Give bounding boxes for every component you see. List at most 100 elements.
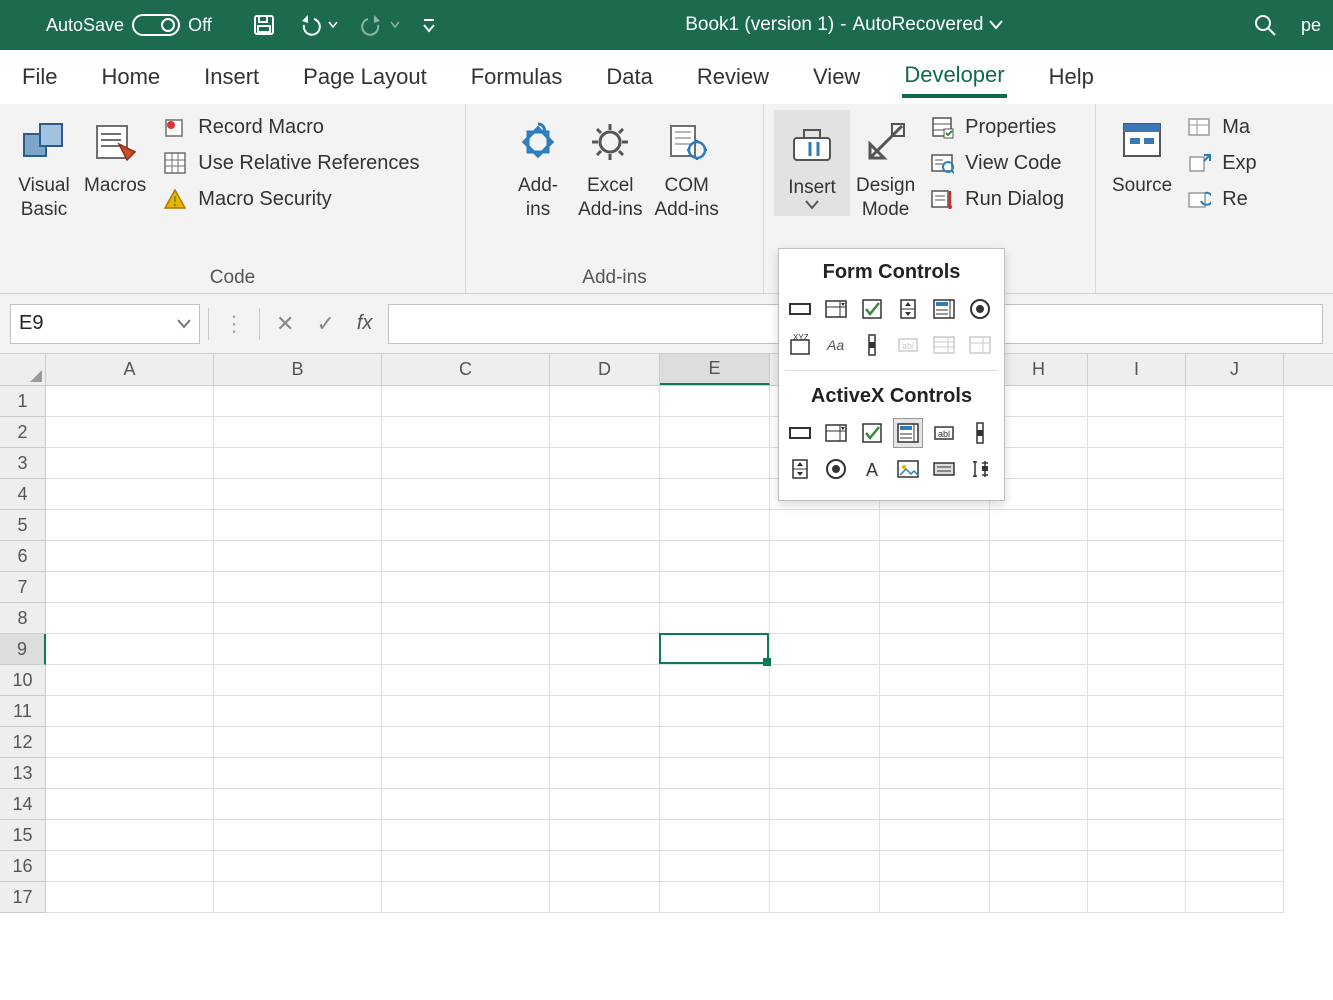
cell[interactable] [550,541,660,572]
cell[interactable] [660,386,770,417]
cell[interactable] [770,603,880,634]
macros-button[interactable]: Macros [78,110,152,202]
redo-button[interactable] [360,13,400,37]
form-checkbox-icon[interactable] [857,294,887,324]
activex-listbox-icon[interactable] [893,418,923,448]
record-macro-button[interactable]: Record Macro [162,114,419,140]
cell[interactable] [1186,789,1284,820]
cell[interactable] [1088,448,1186,479]
cell[interactable] [1088,665,1186,696]
cell[interactable] [770,727,880,758]
cell[interactable] [880,758,990,789]
activex-more-controls-icon[interactable] [965,454,995,484]
tab-data[interactable]: Data [604,58,654,96]
cell[interactable] [990,603,1088,634]
com-addins-button[interactable]: COM Add-ins [649,110,725,226]
cell[interactable] [880,727,990,758]
row-header[interactable]: 7 [0,572,45,603]
cell[interactable] [1088,851,1186,882]
cell[interactable] [990,510,1088,541]
cell[interactable] [770,758,880,789]
cell[interactable] [770,820,880,851]
cell[interactable] [990,789,1088,820]
cell[interactable] [1186,417,1284,448]
column-header[interactable]: I [1088,354,1186,385]
cell[interactable] [214,789,382,820]
cell[interactable] [46,510,214,541]
tab-file[interactable]: File [20,58,59,96]
tab-developer[interactable]: Developer [902,56,1006,98]
cell[interactable] [880,634,990,665]
cell[interactable] [770,541,880,572]
cell[interactable] [46,820,214,851]
row-header[interactable]: 6 [0,541,45,572]
cell[interactable] [660,820,770,851]
column-header[interactable]: C [382,354,550,385]
cell[interactable] [382,541,550,572]
cell[interactable] [382,851,550,882]
cell[interactable] [990,541,1088,572]
cell[interactable] [550,572,660,603]
cell[interactable] [550,603,660,634]
cell[interactable] [1186,386,1284,417]
cell[interactable] [550,665,660,696]
row-header[interactable]: 1 [0,386,45,417]
cell[interactable] [1088,758,1186,789]
cell[interactable] [1088,882,1186,913]
cell[interactable] [660,603,770,634]
cell[interactable] [1186,510,1284,541]
cell[interactable] [990,665,1088,696]
name-box[interactable]: E9 [10,304,200,344]
cell[interactable] [1088,634,1186,665]
cell[interactable] [46,448,214,479]
run-dialog-button[interactable]: Run Dialog [929,186,1064,212]
cell[interactable] [382,696,550,727]
activex-commandbutton-icon[interactable] [785,418,815,448]
cell[interactable] [382,789,550,820]
cell[interactable] [1186,820,1284,851]
cell[interactable] [550,386,660,417]
cell[interactable] [214,851,382,882]
cell[interactable] [1186,696,1284,727]
cell[interactable] [880,696,990,727]
cell[interactable] [770,789,880,820]
cell[interactable] [1186,851,1284,882]
cell[interactable] [46,789,214,820]
cell[interactable] [880,665,990,696]
column-header[interactable]: J [1186,354,1284,385]
cell[interactable] [1186,603,1284,634]
cell[interactable] [382,665,550,696]
cell[interactable] [382,510,550,541]
cell[interactable] [214,510,382,541]
cell[interactable] [770,851,880,882]
cell[interactable] [1186,634,1284,665]
cell[interactable] [550,820,660,851]
cell[interactable] [660,448,770,479]
cell[interactable] [46,851,214,882]
row-header[interactable]: 5 [0,510,45,541]
cell[interactable] [880,603,990,634]
cell[interactable] [550,758,660,789]
excel-addins-button[interactable]: Excel Add-ins [572,110,648,226]
addins-button[interactable]: Add- ins [504,110,572,226]
activex-spinbutton-icon[interactable] [785,454,815,484]
cell[interactable] [880,820,990,851]
design-mode-button[interactable]: Design Mode [850,110,921,226]
activex-optionbutton-icon[interactable] [821,454,851,484]
form-spinbutton-icon[interactable] [893,294,923,324]
cell[interactable] [550,510,660,541]
form-scrollbar-icon[interactable] [857,330,887,360]
cell[interactable] [1088,789,1186,820]
cell[interactable] [660,789,770,820]
map-properties-button[interactable]: Ma [1186,114,1256,140]
cell[interactable] [550,789,660,820]
cell[interactable] [660,665,770,696]
cell[interactable] [880,572,990,603]
activex-checkbox-icon[interactable] [857,418,887,448]
cell[interactable] [990,758,1088,789]
expansion-packs-button[interactable]: Exp [1186,150,1256,176]
visual-basic-button[interactable]: Visual Basic [10,110,78,226]
cell[interactable] [880,789,990,820]
cell[interactable] [1088,417,1186,448]
chevron-down-icon[interactable] [177,319,191,329]
